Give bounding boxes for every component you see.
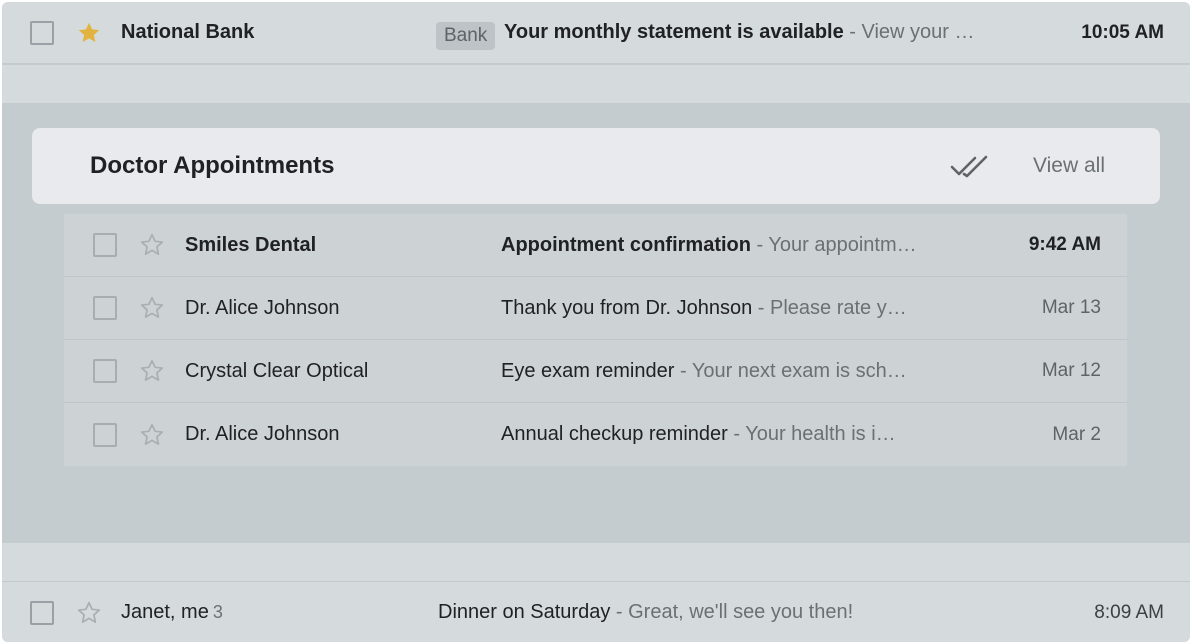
subject-line: Annual checkup reminder - Your health is…	[501, 423, 953, 446]
subject-line: Your monthly statement is available - Vi…	[504, 21, 1014, 44]
star-outline-icon[interactable]	[76, 600, 102, 626]
email-time: 9:42 AM	[1028, 234, 1101, 255]
email-time: Mar 2	[1052, 423, 1101, 445]
email-list-frame: National Bank Bank Your monthly statemen…	[2, 2, 1190, 642]
subject-text: Annual checkup reminder	[501, 423, 728, 445]
email-time: Mar 12	[1041, 360, 1101, 381]
subject-line: Eye exam reminder - Your next exam is sc…	[501, 360, 953, 383]
select-checkbox[interactable]	[30, 600, 54, 625]
snippet-text: - View your …	[843, 21, 975, 43]
group-title: Doctor Appointments	[90, 152, 335, 179]
snippet-text: - Great, we'll see you then!	[610, 601, 854, 623]
star-icon[interactable]	[76, 20, 102, 46]
select-checkbox[interactable]	[93, 233, 117, 257]
sender-name: National Bank	[121, 21, 255, 43]
subject-text: Appointment confirmation	[501, 233, 751, 256]
email-row[interactable]: Janet, me 3 Dinner on Saturday - Great, w…	[2, 581, 1190, 642]
select-checkbox[interactable]	[93, 359, 117, 383]
subject-text: Thank you from Dr. Johnson	[501, 296, 753, 319]
snippet-text: - Your appointm…	[750, 233, 917, 256]
star-outline-icon[interactable]	[139, 358, 165, 384]
group-email-row[interactable]: Dr. Alice Johnson Thank you from Dr. Joh…	[64, 277, 1127, 340]
email-row[interactable]: National Bank Bank Your monthly statemen…	[2, 2, 1190, 64]
star-outline-icon[interactable]	[139, 295, 165, 321]
sender-name: Dr. Alice Johnson	[185, 296, 340, 319]
snippet-text: - Your health is i…	[727, 423, 896, 445]
sender-name: Crystal Clear Optical	[185, 359, 369, 382]
select-checkbox[interactable]	[93, 296, 117, 320]
subject-text: Eye exam reminder	[501, 359, 675, 382]
group-header: Doctor Appointments View all	[32, 128, 1160, 204]
sender-name: Smiles Dental	[185, 233, 317, 256]
group-email-list: Smiles Dental Appointment confirmation -…	[64, 214, 1127, 466]
thread-count: 3	[212, 602, 223, 622]
subject-text: Dinner on Saturday	[438, 601, 611, 623]
subject-line: Thank you from Dr. Johnson - Please rate…	[501, 297, 953, 320]
star-outline-icon[interactable]	[139, 422, 165, 448]
select-checkbox[interactable]	[30, 20, 54, 45]
snippet-text: - Your next exam is sch…	[674, 359, 907, 382]
subject-text: Your monthly statement is available	[504, 21, 844, 43]
label-badge[interactable]: Bank	[436, 22, 496, 50]
group-email-row[interactable]: Dr. Alice Johnson Annual checkup reminde…	[64, 403, 1127, 466]
group-email-row[interactable]: Smiles Dental Appointment confirmation -…	[64, 214, 1127, 277]
snippet-text: - Please rate y…	[752, 296, 907, 319]
sender-name: Janet, me 3	[121, 601, 223, 624]
sender-name: Dr. Alice Johnson	[185, 423, 340, 445]
star-outline-icon[interactable]	[139, 232, 165, 258]
view-all-link[interactable]: View all	[1033, 154, 1105, 178]
divider-band	[2, 65, 1190, 103]
divider-band	[2, 543, 1190, 581]
email-time: Mar 13	[1041, 297, 1101, 318]
subject-line: Appointment confirmation - Your appointm…	[501, 234, 953, 257]
email-time: 8:09 AM	[1094, 601, 1164, 623]
select-checkbox[interactable]	[93, 422, 117, 447]
group-email-row[interactable]: Crystal Clear Optical Eye exam reminder …	[64, 340, 1127, 403]
subject-line: Dinner on Saturday - Great, we'll see yo…	[438, 601, 853, 624]
sender-text: Janet, me	[121, 601, 209, 623]
email-time: 10:05 AM	[1081, 21, 1164, 43]
mark-all-read-icon[interactable]	[950, 154, 990, 180]
